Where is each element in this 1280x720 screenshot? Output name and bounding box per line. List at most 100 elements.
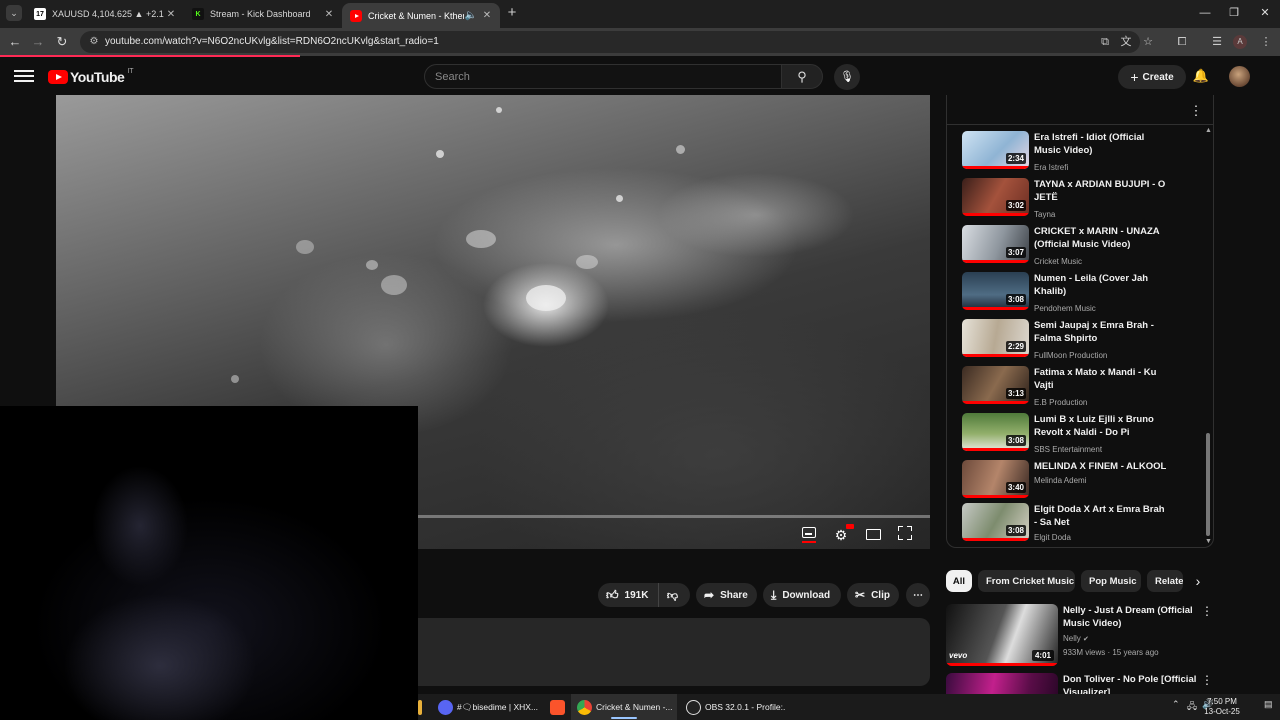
site-info-icon[interactable]: ⚙ — [86, 34, 102, 50]
duration-badge: 3:02 — [1005, 200, 1026, 211]
tab-kick-dashboard[interactable]: K Stream - Kick Dashboard ✕ — [184, 3, 342, 25]
browser-menu-icon[interactable]: ⋮ — [1258, 34, 1274, 50]
restore-icon[interactable]: ❐ — [1219, 4, 1249, 22]
video-thumbnail — [946, 673, 1058, 694]
playlist-item[interactable]: 2:29 Semi Jaupaj x Emra Brah - Falma Shp… — [962, 319, 1202, 363]
playlist-scrollbar[interactable] — [1206, 433, 1210, 536]
clip-button[interactable]: ✂ Clip — [847, 583, 899, 607]
video-thumbnail: 3:08 — [962, 272, 1029, 310]
playlist-item[interactable]: 3:40 MELINDA X FINEM - ALKOOL Melinda Ad… — [962, 460, 1202, 504]
description-box[interactable] — [418, 618, 930, 686]
bookmark-star-icon[interactable]: ☆ — [1140, 34, 1156, 50]
playlist-item[interactable]: 3:08 Lumi B x Luiz Ejlli x Bruno Revolt … — [962, 413, 1202, 457]
more-actions-button[interactable]: ⋯ — [906, 583, 930, 607]
address-bar[interactable]: ⚙ youtube.com/watch?v=N6O2ncUKvlg&list=R… — [80, 31, 1140, 53]
taskbar-app-brave[interactable] — [546, 694, 568, 720]
related-video[interactable]: Don Toliver - No Pole [Official Visualiz… — [946, 673, 1216, 694]
search-box[interactable] — [424, 64, 782, 89]
clock-date: 13-Oct-25 — [1204, 707, 1240, 716]
reload-icon[interactable]: ↻ — [53, 33, 71, 51]
create-button[interactable]: + Create — [1118, 65, 1186, 89]
download-button[interactable]: ⤓ Download — [763, 583, 841, 607]
channel-name: FullMoon Production — [1034, 351, 1108, 360]
taskbar-app-label: OBS 32.0.1 - Profile:... — [705, 702, 786, 712]
playlist-more-icon[interactable]: ⋮ — [1189, 103, 1203, 119]
taskbar-app-chrome[interactable]: Cricket & Numen -... — [571, 694, 677, 720]
taskbar-file-explorer[interactable] — [418, 694, 426, 720]
forward-icon[interactable]: → — [29, 33, 47, 51]
video-thumbnail: 2:29 — [962, 319, 1029, 357]
watched-progress — [946, 663, 1058, 666]
channel-name: SBS Entertainment — [1034, 445, 1103, 454]
video-title: Elgit Doda X Art x Emra Brah - Sa Net — [1034, 504, 1165, 528]
taskbar-app-obs[interactable]: OBS 32.0.1 - Profile:... — [682, 694, 786, 720]
avatar[interactable] — [1229, 66, 1250, 87]
search-input[interactable] — [435, 71, 765, 83]
hd-badge — [846, 524, 854, 529]
more-vertical-icon[interactable]: ⋮ — [1201, 673, 1213, 687]
playlist-item[interactable]: 3:13 Fatima x Mato x Mandi - Ku Vajti E.… — [962, 366, 1202, 410]
youtube-logo[interactable]: YouTube IT — [48, 68, 134, 86]
url-text[interactable]: youtube.com/watch?v=N6O2ncUKvlg&list=RDN… — [105, 36, 439, 47]
tab-search-icon[interactable]: ⌄ — [6, 5, 22, 21]
brave-icon — [549, 699, 565, 715]
chip-related[interactable]: Relate — [1147, 570, 1183, 592]
chevron-right-icon[interactable]: › — [1190, 573, 1206, 589]
playlist-item[interactable]: 3:07 CRICKET x MARIN - UNAZA (Official M… — [962, 225, 1202, 269]
fullscreen-icon[interactable] — [898, 526, 912, 540]
profile-icon[interactable]: A — [1233, 35, 1247, 49]
reading-list-icon[interactable]: ☰ — [1209, 34, 1225, 50]
tab-tradingview[interactable]: 17 XAUUSD 4,104.625 ▲ +2.19% U ✕ — [26, 3, 184, 25]
logo-wordmark: YouTube — [70, 69, 125, 85]
menu-icon[interactable] — [14, 67, 34, 85]
video-stats: 933M views · 15 years ago — [1063, 648, 1159, 657]
back-icon[interactable]: ← — [6, 33, 24, 51]
create-label: Create — [1142, 71, 1174, 83]
taskbar-app-discord[interactable]: #🗨bisedime | XHX... — [436, 694, 554, 720]
playlist-item[interactable]: 3:08 Numen - Leila (Cover Jah Khalib) Pe… — [962, 272, 1202, 316]
theater-icon[interactable] — [866, 529, 881, 540]
close-icon[interactable]: ✕ — [480, 10, 494, 21]
chip-all[interactable]: All — [946, 570, 972, 592]
tab-youtube[interactable]: Cricket & Numen - Kthema 🔈 ✕ — [342, 3, 500, 28]
plus-icon: + — [1130, 69, 1139, 85]
watched-progress — [962, 538, 1029, 541]
window-close-icon[interactable]: ✕ — [1250, 4, 1280, 22]
voice-search-button[interactable]: 🎙 — [834, 64, 860, 90]
playlist-item[interactable]: 2:34 Era Istrefi - Idiot (Official Music… — [962, 131, 1202, 175]
tray-overflow-icon[interactable]: ⌃ — [1172, 699, 1180, 710]
tradingview-icon: 17 — [34, 8, 46, 20]
more-vertical-icon[interactable]: ⋮ — [1201, 604, 1213, 618]
translate-icon[interactable]: 文 — [1118, 34, 1134, 50]
close-icon[interactable]: ✕ — [164, 9, 178, 20]
notification-center-icon[interactable]: ▤ — [1264, 699, 1273, 710]
search-button[interactable]: ⚲ — [781, 64, 823, 89]
region-code: IT — [127, 68, 134, 75]
playlist-item[interactable]: 3:08 Elgit Doda X Art x Emra Brah - Sa N… — [962, 503, 1202, 547]
related-video[interactable]: vevo 4:01 Nelly - Just A Dream (Official… — [946, 604, 1216, 666]
dislike-button[interactable]: 👎︎ — [659, 589, 685, 602]
cast-icon[interactable]: ⧉ — [1097, 34, 1113, 50]
os-taskbar: #🗨bisedime | XHX... Cricket & Numen -...… — [418, 694, 1280, 720]
system-clock[interactable]: 7:50 PM 13-Oct-25 — [1198, 697, 1246, 717]
extensions-icon[interactable]: ⧠ — [1174, 34, 1190, 50]
network-icon[interactable]: 🖧 — [1187, 699, 1197, 715]
notifications-bell-icon[interactable]: 🔔 — [1192, 67, 1210, 85]
scroll-down-arrow-icon[interactable]: ▼ — [1205, 538, 1212, 545]
minimize-icon[interactable]: — — [1190, 4, 1220, 22]
new-tab-icon[interactable]: + — [504, 5, 520, 21]
splash-droplet — [366, 260, 378, 270]
close-icon[interactable]: ✕ — [322, 9, 336, 20]
subtitles-icon[interactable] — [802, 527, 816, 538]
channel-name: Pendohem Music — [1034, 304, 1096, 313]
subtitles-active-indicator — [802, 541, 816, 543]
scroll-up-arrow-icon[interactable]: ▲ — [1205, 127, 1212, 134]
like-button[interactable]: 👍︎ 191K — [598, 583, 660, 607]
browser-tab-strip: ⌄ 17 XAUUSD 4,104.625 ▲ +2.19% U ✕ K Str… — [0, 0, 1280, 28]
duration-badge: 3:08 — [1005, 525, 1026, 536]
playlist-item[interactable]: 3:02 TAYNA x ARDIAN BUJUPI - O JETË Tayn… — [962, 178, 1202, 222]
share-button[interactable]: ➦ Share — [696, 583, 757, 607]
speaker-icon[interactable]: 🔈 — [464, 10, 478, 21]
chip-pop-music[interactable]: Pop Music — [1081, 570, 1141, 592]
chip-from-cricket-music[interactable]: From Cricket Music — [978, 570, 1075, 592]
